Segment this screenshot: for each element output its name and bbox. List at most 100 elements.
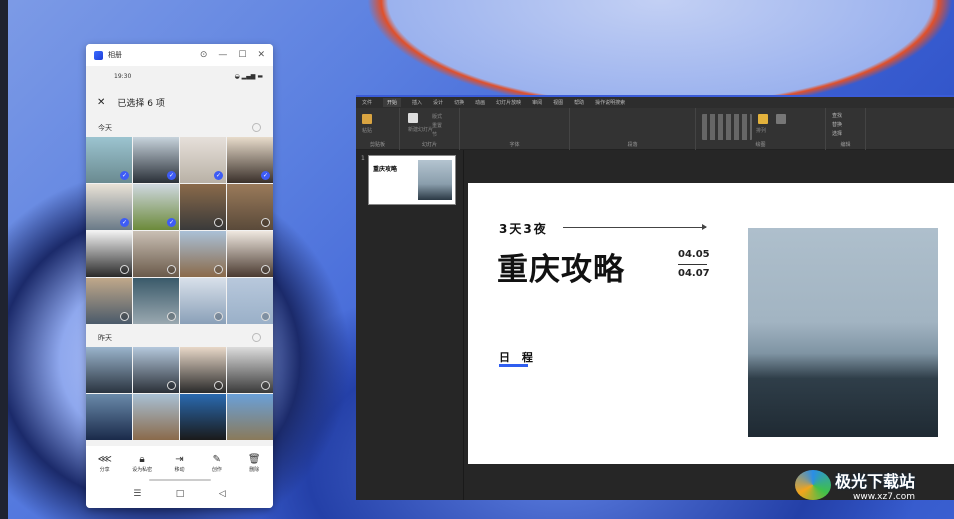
unselected-circle[interactable]	[261, 312, 270, 321]
selection-header: ✕ 已选择 6 项	[86, 86, 273, 118]
photo-thumbnail[interactable]	[180, 394, 226, 440]
unselected-circle[interactable]	[167, 381, 176, 390]
unselected-circle[interactable]	[214, 218, 223, 227]
unselected-circle[interactable]	[261, 381, 270, 390]
maximize-button[interactable]: ☐	[238, 50, 246, 60]
photo-thumbnail[interactable]: ✓	[180, 137, 226, 183]
unselected-circle[interactable]	[167, 265, 176, 274]
photo-thumbnail[interactable]	[86, 278, 132, 324]
selected-check-icon[interactable]: ✓	[214, 171, 223, 180]
tab-0[interactable]: 文件	[362, 99, 372, 106]
unselected-circle[interactable]	[261, 265, 270, 274]
menu-icon[interactable]: ☰	[133, 489, 141, 499]
slide-canvas[interactable]: 3天3夜 重庆攻略 04.05 04.07 日 程	[468, 183, 954, 464]
home-icon[interactable]: □	[176, 489, 185, 499]
photo-thumbnail[interactable]: ✓	[86, 137, 132, 183]
unselected-circle[interactable]	[120, 265, 129, 274]
select-button[interactable]: 选择	[832, 130, 842, 137]
photo-thumbnail[interactable]: ✓	[133, 137, 179, 183]
selected-check-icon[interactable]: ✓	[167, 218, 176, 227]
minimize-button[interactable]: —	[218, 50, 227, 60]
action-move[interactable]: ⇥ 移动	[164, 454, 194, 473]
quick-styles-icon[interactable]	[776, 114, 786, 124]
photo-thumbnail[interactable]	[133, 231, 179, 277]
unselected-circle[interactable]	[214, 265, 223, 274]
unselected-circle[interactable]	[120, 312, 129, 321]
select-all-checkbox[interactable]	[252, 333, 261, 342]
photo-thumbnail[interactable]	[227, 231, 273, 277]
action-lock[interactable]: 🔒︎ 设为私密	[127, 454, 157, 473]
date-end: 04.07	[678, 268, 710, 279]
photo-thumbnail[interactable]: ✓	[86, 184, 132, 230]
selection-count: 已选择 6 项	[117, 98, 165, 109]
section-button[interactable]: 节	[432, 131, 437, 138]
move-icon: ⇥	[175, 454, 184, 465]
photo-thumbnail[interactable]	[227, 184, 273, 230]
group-label: 幻灯片	[421, 142, 437, 148]
tab-7[interactable]: 审阅	[532, 99, 542, 106]
tab-3[interactable]: 设计	[433, 99, 443, 106]
photo-thumbnail[interactable]: ✓	[133, 184, 179, 230]
new-slide-button[interactable]: 新建幻灯片	[408, 126, 433, 133]
group-label: 剪贴板	[369, 142, 385, 148]
action-share[interactable]: ⋘ 分享	[90, 454, 120, 473]
photo-thumbnail[interactable]	[180, 347, 226, 393]
photo-thumbnail[interactable]	[227, 347, 273, 393]
tab-4[interactable]: 切换	[454, 99, 464, 106]
action-edit[interactable]: ✎ 创作	[202, 454, 232, 473]
photo-thumbnail[interactable]	[180, 278, 226, 324]
action-trash[interactable]: 🗑︎ 删除	[239, 454, 269, 473]
selected-check-icon[interactable]: ✓	[120, 218, 129, 227]
watermark-url: www.xz7.com	[853, 492, 916, 502]
replace-button[interactable]: 替换	[832, 121, 842, 128]
unselected-circle[interactable]	[214, 312, 223, 321]
nav-bar: ☰ □ ◁	[86, 481, 273, 499]
photo-grid-today: ✓ ✓ ✓ ✓ ✓ ✓	[86, 137, 273, 324]
unselected-circle[interactable]	[261, 218, 270, 227]
group-label: 编辑	[840, 142, 851, 148]
tab-6[interactable]: 幻灯片放映	[496, 99, 521, 106]
photo-thumbnail[interactable]	[227, 278, 273, 324]
back-icon[interactable]: ◁	[219, 489, 226, 499]
clock: 19:30	[114, 72, 132, 80]
unselected-circle[interactable]	[167, 312, 176, 321]
paste-button[interactable]: 粘贴	[362, 127, 372, 134]
cancel-selection-icon[interactable]: ✕	[97, 97, 105, 108]
slide-thumbnail[interactable]: 重庆攻略	[368, 155, 456, 205]
tab-5[interactable]: 动画	[475, 99, 485, 106]
settings-icon[interactable]: ⊙	[200, 50, 208, 60]
photo-grid-yesterday	[86, 347, 273, 440]
tab-2[interactable]: 插入	[412, 99, 422, 106]
shapes-gallery[interactable]	[702, 114, 752, 140]
action-bar: ⋘ 分享 🔒︎ 设为私密 ⇥ 移动 ✎ 创作 🗑︎ 删除 ☰ □ ◁	[86, 446, 273, 508]
slide-title: 重庆攻略	[497, 252, 625, 288]
arrange-button[interactable]: 排列	[756, 127, 766, 134]
photo-thumbnail[interactable]: ✓	[227, 137, 273, 183]
group-label: 段落	[627, 142, 638, 148]
photo-thumbnail[interactable]	[86, 394, 132, 440]
photo-thumbnail[interactable]	[133, 347, 179, 393]
powerpoint-window: 文件 开始 插入 设计 切换 动画 幻灯片放映 审阅 视图 帮助 操作说明搜索 粘贴 剪贴板 新建幻…	[356, 95, 954, 500]
section-label: 今天	[98, 123, 112, 132]
select-all-checkbox[interactable]	[252, 123, 261, 132]
tab-10[interactable]: 操作说明搜索	[595, 99, 625, 106]
tab-1[interactable]: 开始	[383, 98, 402, 107]
photo-thumbnail[interactable]	[227, 394, 273, 440]
find-button[interactable]: 查找	[832, 112, 842, 119]
selected-check-icon[interactable]: ✓	[261, 171, 270, 180]
selected-check-icon[interactable]: ✓	[120, 171, 129, 180]
reset-button[interactable]: 重置	[432, 122, 442, 129]
photo-thumbnail[interactable]	[133, 394, 179, 440]
photo-thumbnail[interactable]	[180, 231, 226, 277]
photo-thumbnail[interactable]	[180, 184, 226, 230]
photo-thumbnail[interactable]	[86, 347, 132, 393]
selected-check-icon[interactable]: ✓	[167, 171, 176, 180]
slide-subtitle: 3天3夜	[499, 222, 548, 236]
photo-thumbnail[interactable]	[133, 278, 179, 324]
layout-button[interactable]: 版式	[432, 113, 442, 120]
unselected-circle[interactable]	[214, 381, 223, 390]
tab-8[interactable]: 视图	[553, 99, 563, 106]
photo-thumbnail[interactable]	[86, 231, 132, 277]
tab-9[interactable]: 帮助	[574, 99, 584, 106]
close-button[interactable]: ✕	[257, 50, 265, 60]
